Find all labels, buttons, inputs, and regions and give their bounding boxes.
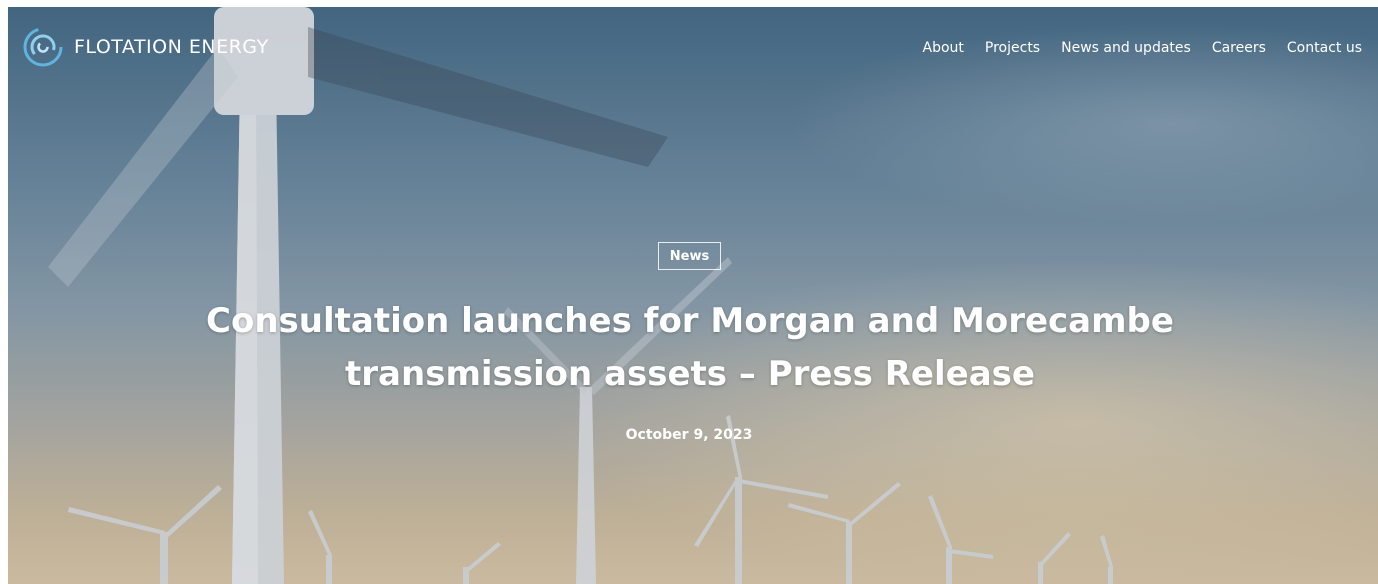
nav-item-contact-us[interactable]: Contact us [1287,40,1362,56]
nav-item-news-and-updates[interactable]: News and updates [1061,40,1191,56]
nav-item-about[interactable]: About [923,40,964,56]
category-badge[interactable]: News [658,242,721,270]
swirl-logo-icon [23,27,63,67]
page-title: Consultation launches for Morgan and Mor… [206,301,1174,394]
brand-name: FLOTATION ENERGY [74,36,269,58]
post-date: October 9, 2023 [625,427,753,443]
site-logo[interactable]: FLOTATION ENERGY [22,26,269,68]
nav-item-projects[interactable]: Projects [985,40,1040,56]
nav-item-careers[interactable]: Careers [1212,40,1266,56]
main-navigation: About Projects News and updates Careers … [923,40,1363,56]
